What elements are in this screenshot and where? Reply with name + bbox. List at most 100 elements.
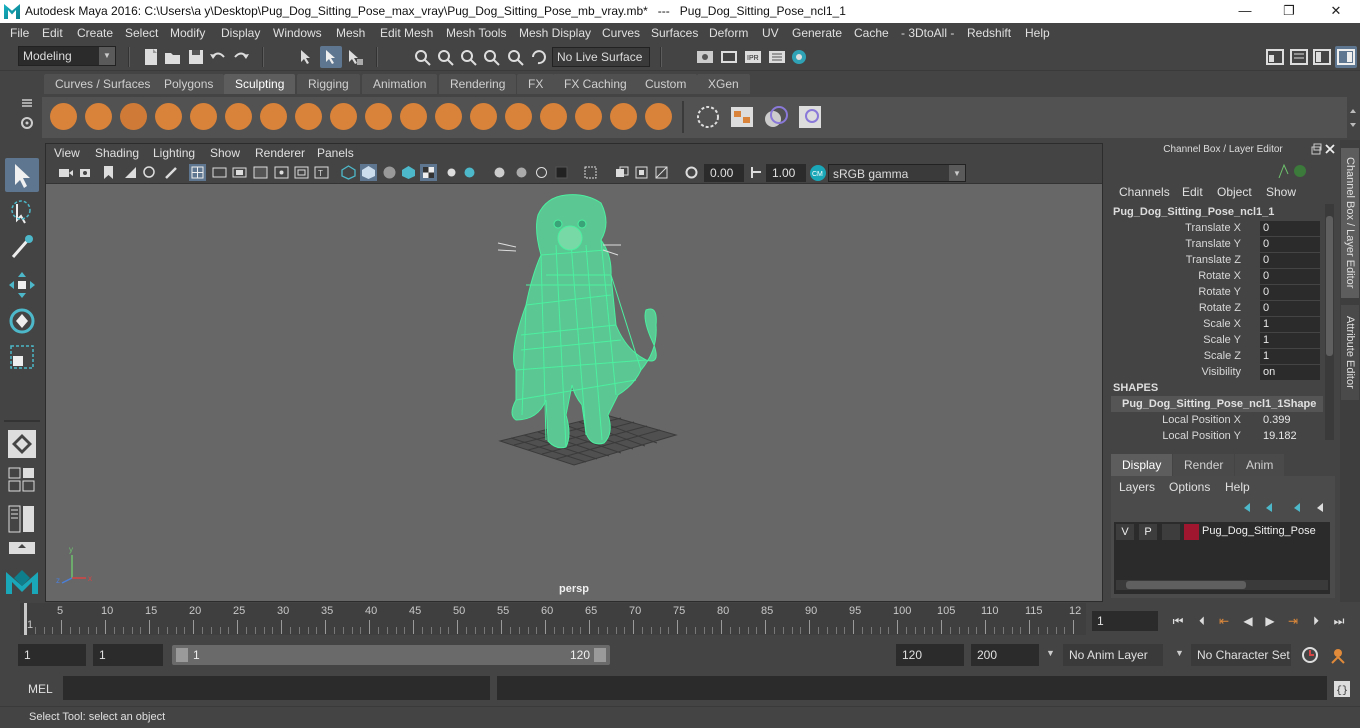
sculpt-layers-icon[interactable] [728,103,756,131]
use-all-lights-icon[interactable] [444,165,459,180]
smooth-tool-icon[interactable] [85,103,112,130]
viewport-menu-renderer[interactable]: Renderer [255,146,305,160]
move-tool-icon[interactable] [5,268,39,302]
layer-menu-help[interactable]: Help [1225,480,1250,494]
tab-render[interactable]: Render [1173,454,1235,476]
tab-xgen[interactable]: XGen [697,74,750,94]
shelf-settings-gear-icon[interactable] [20,116,34,130]
imprint-tool-icon[interactable] [365,103,392,130]
menu-edit-mesh[interactable]: Edit Mesh [380,26,433,40]
snap-point-icon[interactable] [459,48,477,66]
motion-blur-icon[interactable] [514,165,529,180]
view-transform-dropdown[interactable]: sRGB gamma ▼ [828,164,966,182]
toggle-channel-box-button[interactable] [1335,46,1357,68]
step-back-key-button[interactable]: ⇤ [1216,613,1232,629]
select-hierarchy-icon[interactable] [298,48,316,66]
channel-row[interactable]: Rotate Z 0 [1106,301,1324,317]
menu-display[interactable]: Display [221,26,260,40]
menu-mesh[interactable]: Mesh [336,26,365,40]
menu-curves[interactable]: Curves [602,26,640,40]
animation-preferences-icon[interactable] [1328,645,1350,665]
scrollbar-thumb[interactable] [1126,581,1246,589]
tab-display[interactable]: Display [1111,454,1173,476]
channel-row[interactable]: Translate Y 0 [1106,237,1324,253]
channel-value[interactable]: 0.399 [1260,413,1320,428]
pinch-tool-icon[interactable] [190,103,217,130]
toggle-tool-settings-icon[interactable] [1313,48,1331,66]
xray-components-icon[interactable] [654,165,669,180]
new-scene-icon[interactable] [142,48,160,66]
chevron-down-icon[interactable]: ▼ [1046,648,1055,658]
menu-deform[interactable]: Deform [709,26,748,40]
mode-selector[interactable]: Modeling ▼ [18,46,116,66]
use-default-material-icon[interactable] [382,165,397,180]
channel-value[interactable]: 1 [1260,333,1320,348]
live-surface-field[interactable]: No Live Surface [552,47,650,67]
convert-to-frozen-icon[interactable] [694,103,722,131]
depth-of-field-icon[interactable] [554,165,569,180]
redo-icon[interactable] [232,48,250,66]
open-scene-icon[interactable] [164,48,182,66]
cb-menu-edit[interactable]: Edit [1182,185,1203,199]
smooth-shade-button[interactable] [360,164,377,181]
channel-row[interactable]: Rotate Y 0 [1106,285,1324,301]
image-plane-icon[interactable] [123,165,138,180]
playback-end-field[interactable]: 120 [896,644,964,666]
range-start-handle[interactable] [176,648,188,662]
go-to-start-button[interactable]: ⏮ [1170,613,1186,629]
grid-toggle-button[interactable] [189,164,206,181]
persp-outliner-layout-icon[interactable] [5,504,39,538]
isolate-select-icon[interactable] [583,165,598,180]
ipr-render-icon[interactable]: IPR [744,48,762,66]
wireframe-on-shaded-icon[interactable] [401,165,416,180]
blend-shape-icon[interactable] [762,103,790,131]
make-live-icon[interactable] [529,48,547,66]
gamma-field[interactable]: 1.00 [766,164,806,182]
playback-start-field[interactable]: 1 [93,644,163,666]
menu-mesh-display[interactable]: Mesh Display [519,26,591,40]
save-scene-icon[interactable] [187,48,205,66]
tab-attribute-editor[interactable]: Attribute Editor [1341,305,1359,400]
selected-object-name[interactable]: Pug_Dog_Sitting_Pose_ncl1_1 [1113,206,1274,218]
menu-select[interactable]: Select [125,26,158,40]
wireframe-icon[interactable] [341,165,356,180]
paint-select-icon[interactable] [5,231,39,265]
freeze-tool-icon[interactable] [645,103,672,130]
channel-value[interactable]: 0 [1260,253,1320,268]
menu-cache[interactable]: Cache [854,26,889,40]
exposure-icon[interactable] [684,165,699,180]
layer-list-scrollbar[interactable] [1116,580,1328,590]
play-backwards-button[interactable]: ◀ [1240,613,1256,629]
shape-channel-row[interactable]: Local Position Y 19.182 [1106,429,1324,445]
current-frame-field[interactable]: 1 [1092,611,1158,631]
relax-tool-icon[interactable] [120,103,147,130]
channel-box-scrollbar[interactable] [1325,204,1334,440]
viewport-panel[interactable]: View Shading Lighting Show Renderer Pane… [45,143,1103,602]
channel-row[interactable]: Scale Z 1 [1106,349,1324,365]
flatten-tool-icon[interactable] [225,103,252,130]
tab-anim[interactable]: Anim [1235,454,1285,476]
film-gate-icon[interactable] [212,165,227,180]
undo-icon[interactable] [209,48,227,66]
menu-help[interactable]: Help [1025,26,1050,40]
animation-end-field[interactable]: 200 [971,644,1039,666]
cb-menu-channels[interactable]: Channels [1119,185,1170,199]
repeat-tool-icon[interactable] [330,103,357,130]
viewport-menu-show[interactable]: Show [210,146,240,160]
auto-key-icon[interactable] [1300,645,1320,665]
select-component-icon[interactable] [346,48,364,66]
field-chart-icon[interactable] [274,165,289,180]
channel-value[interactable]: on [1260,365,1320,380]
gate-mask-icon[interactable] [253,165,268,180]
scale-tool-icon[interactable] [5,340,39,374]
command-language-label[interactable]: MEL [28,682,53,696]
smear-tool-icon[interactable] [540,103,567,130]
textured-button[interactable] [420,164,437,181]
menu-windows[interactable]: Windows [273,26,322,40]
snap-curve-icon[interactable] [436,48,454,66]
scrape-tool-icon[interactable] [435,103,462,130]
channel-row[interactable]: Translate X 0 [1106,221,1324,237]
anim-layer-dropdown[interactable]: No Anim Layer [1063,644,1163,666]
safe-action-icon[interactable] [294,165,309,180]
viewport-menu-view[interactable]: View [54,146,80,160]
